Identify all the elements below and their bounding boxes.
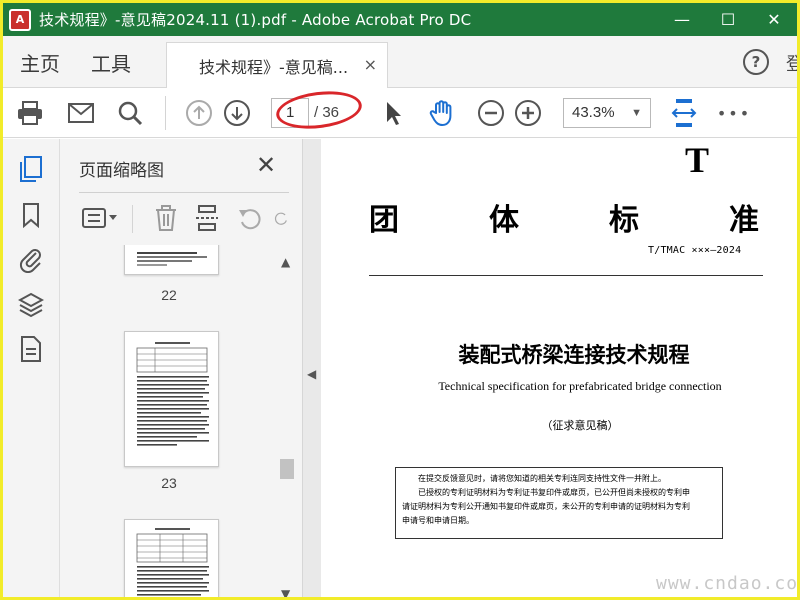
notice-line: 已授权的专利证明材料为专利证书复印件或扉页，已公开但尚未授权的专利申 [418,488,690,497]
scroll-up-icon[interactable]: ▲ [281,255,290,269]
login-link[interactable]: 登 [786,50,797,76]
document-properties-icon[interactable] [17,335,45,363]
zoom-level-value: 43.3% [572,104,615,121]
site-watermark: www.cndao.com [656,573,800,594]
zoom-out-icon[interactable] [476,98,506,128]
document-tab-label: 技术规程》-意见稿... [199,58,349,77]
panel-divider [79,192,289,193]
pages-icon[interactable] [17,155,45,183]
draft-label: （征求意见稿） [541,419,619,432]
maximize-button[interactable]: ☐ [705,3,751,36]
app-window: A 技术规程》-意见稿2024.11 (1).pdf - Adobe Acrob… [0,0,800,600]
thumbnail-page-23[interactable] [124,331,219,467]
close-window-button[interactable]: ✕ [751,3,797,36]
notice-line: 在提交反馈意见时，请将您知道的相关专利连同支持性文件一并附上。 [418,474,666,483]
print-icon[interactable] [15,98,45,128]
select-arrow-icon[interactable] [378,98,408,128]
page-down-icon[interactable] [222,98,252,128]
thumbnail-page-24[interactable] [124,519,219,597]
toolbar-separator [165,96,166,130]
page-thumbnails-panel: 页面缩略图 ✕ 22 23 ▲ ▼ [60,139,303,597]
standard-code: T/TMAC ×××—2024 [648,245,742,256]
tab-close-icon[interactable]: × [364,55,377,74]
page-logo-letter: T [685,140,710,180]
search-icon[interactable] [115,98,145,128]
help-button[interactable]: ? [743,49,769,75]
thumbnail-page-22[interactable] [124,245,219,275]
thumbnail-label-22: 22 [161,287,177,303]
standard-type-char: 体 [489,203,519,238]
standard-type-char: 标 [609,203,639,238]
patent-notice-box: 在提交反馈意见时，请将您知道的相关专利连同支持性文件一并附上。 已授权的专利证明… [395,467,723,539]
zoom-in-icon[interactable] [513,98,543,128]
rotate-ccw-icon[interactable] [235,203,263,233]
rotate-cw-icon[interactable] [274,203,290,233]
layers-icon[interactable] [17,291,45,319]
email-icon[interactable] [66,98,96,128]
menu-tab-bar: 主页 工具 技术规程》-意见稿... × ? 登 [3,36,797,89]
scroll-down-icon[interactable]: ▼ [281,587,290,597]
window-title: 技术规程》-意见稿2024.11 (1).pdf - Adobe Acrobat… [39,11,472,29]
window-controls: — ☐ ✕ [659,3,797,36]
title-bar: A 技术规程》-意见稿2024.11 (1).pdf - Adobe Acrob… [3,3,797,36]
tools-menu[interactable]: 工具 [91,48,131,77]
insert-page-icon[interactable] [193,203,221,233]
zoom-level-select[interactable]: 43.3% ▼ [563,98,651,128]
thumbnails-panel-title: 页面缩略图 [79,161,164,181]
thumbnail-list: 22 23 [60,245,278,597]
notice-line: 申请号和申请日期。 [402,516,474,525]
more-icon[interactable]: ••• [717,98,749,128]
acrobat-app-icon[interactable]: A [9,8,31,31]
standard-type-char: 团 [369,203,399,238]
close-icon[interactable]: ✕ [256,151,276,179]
header-rule [369,275,763,276]
main-toolbar: 1 / 36 43.3% ▼ ••• [3,86,797,138]
thumbnail-label-23: 23 [161,475,177,491]
delete-icon[interactable] [152,203,180,233]
hand-icon[interactable] [427,98,457,128]
standard-type-char: 准 [729,203,759,238]
home-menu[interactable]: 主页 [20,48,60,77]
panel-toolbar-separator [132,205,133,233]
document-title-cn: 装配式桥梁连接技术规程 [458,343,690,367]
attachment-icon[interactable] [17,245,45,273]
document-title-en: Technical specification for prefabricate… [438,379,722,393]
options-menu-icon[interactable] [80,203,120,233]
chevron-down-icon: ▼ [631,107,642,119]
scrollbar-thumb[interactable] [280,459,294,479]
fit-page-icon[interactable] [669,98,699,128]
document-tab[interactable]: 技术规程》-意见稿... × [166,42,388,89]
notice-line: 请证明材料为专利公开通知书复印件或扉页，未公开的专利申请的证明材料为专利 [402,502,690,511]
minimize-button[interactable]: — [659,3,705,36]
left-icon-rail [3,139,60,597]
pdf-page: T 团 体 标 准 T/TMAC ×××—2024 装配式桥梁连接技术规程 Te… [321,139,797,597]
page-up-icon[interactable] [184,98,214,128]
bookmark-icon[interactable] [17,201,45,229]
thumbnail-scrollbar[interactable]: ▲ ▼ [278,245,296,597]
collapse-panel-icon[interactable]: ◀ [307,367,316,381]
